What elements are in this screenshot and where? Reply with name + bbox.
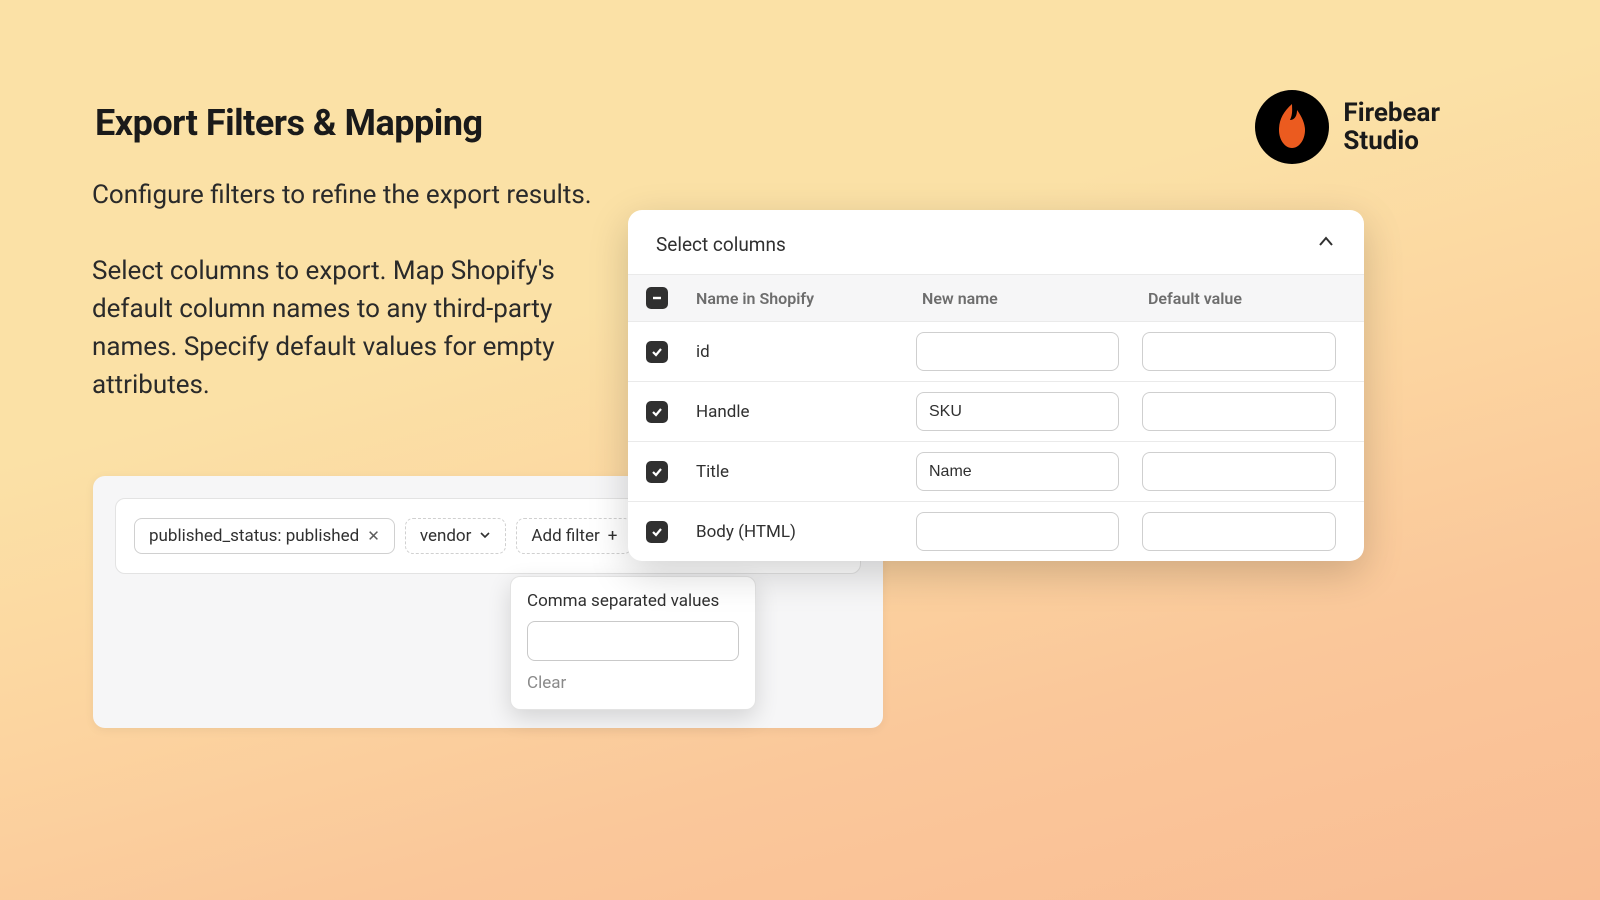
chevron-up-icon xyxy=(1316,232,1336,256)
brand-block: Firebear Studio xyxy=(1255,90,1440,164)
column-name: id xyxy=(696,342,916,362)
filter-chip-published-status[interactable]: published_status: published ✕ xyxy=(134,518,395,554)
column-row: Body (HTML) xyxy=(628,502,1364,561)
default-value-input[interactable] xyxy=(1142,332,1336,371)
column-row: Title xyxy=(628,442,1364,502)
select-columns-header[interactable]: Select columns xyxy=(628,210,1364,274)
firebear-logo-icon xyxy=(1255,90,1329,164)
th-default-value: Default value xyxy=(1132,289,1348,308)
row-checkbox[interactable] xyxy=(646,461,668,483)
description-line-1: Configure filters to refine the export r… xyxy=(92,180,592,210)
select-columns-card: Select columns Name in Shopify New name … xyxy=(628,210,1364,561)
chevron-down-icon xyxy=(479,526,491,546)
column-row: id xyxy=(628,322,1364,382)
row-checkbox[interactable] xyxy=(646,401,668,423)
brand-name-line2: Studio xyxy=(1343,127,1440,155)
column-row: Handle xyxy=(628,382,1364,442)
plus-icon: + xyxy=(608,526,618,546)
default-value-input[interactable] xyxy=(1142,452,1336,491)
row-checkbox[interactable] xyxy=(646,521,668,543)
brand-name: Firebear Studio xyxy=(1343,99,1440,155)
row-checkbox[interactable] xyxy=(646,341,668,363)
brand-name-line1: Firebear xyxy=(1343,99,1440,127)
new-name-input[interactable] xyxy=(916,332,1119,371)
description-line-2: Select columns to export. Map Shopify's … xyxy=(92,252,612,404)
vendor-values-input[interactable] xyxy=(527,621,739,661)
select-columns-title: Select columns xyxy=(656,233,786,256)
filter-chip-label: published_status: published xyxy=(149,526,359,546)
column-name: Handle xyxy=(696,402,916,422)
new-name-input[interactable] xyxy=(916,392,1119,431)
filter-chip-vendor[interactable]: vendor xyxy=(405,518,507,554)
default-value-input[interactable] xyxy=(1142,392,1336,431)
columns-table-header: Name in Shopify New name Default value xyxy=(628,274,1364,322)
column-name: Title xyxy=(696,462,916,482)
filter-chip-label: vendor xyxy=(420,526,472,546)
column-name: Body (HTML) xyxy=(696,522,916,542)
th-new-name: New name xyxy=(916,289,1132,308)
vendor-filter-popover: Comma separated values Clear xyxy=(510,576,756,710)
default-value-input[interactable] xyxy=(1142,512,1336,551)
th-name-in-shopify: Name in Shopify xyxy=(696,289,916,308)
close-icon[interactable]: ✕ xyxy=(367,527,380,545)
add-filter-button[interactable]: Add filter + xyxy=(516,518,632,554)
new-name-input[interactable] xyxy=(916,452,1119,491)
page-title: Export Filters & Mapping xyxy=(95,102,483,144)
new-name-input[interactable] xyxy=(916,512,1119,551)
add-filter-label: Add filter xyxy=(531,526,599,546)
popover-label: Comma separated values xyxy=(527,591,739,611)
select-all-checkbox[interactable] xyxy=(646,287,668,309)
popover-clear-button[interactable]: Clear xyxy=(527,673,739,693)
